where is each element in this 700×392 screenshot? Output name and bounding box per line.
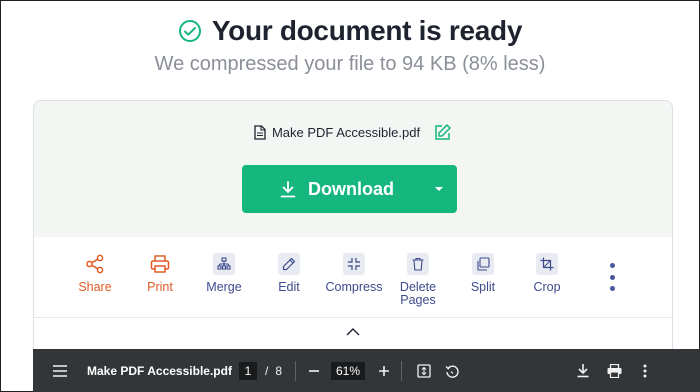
more-dot (609, 274, 615, 280)
compression-summary: We compressed your file to 94 KB (8% les… (154, 53, 546, 75)
menu-button[interactable] (53, 349, 67, 392)
rename-icon[interactable] (434, 123, 452, 141)
more-dot (609, 263, 615, 268)
result-card: Make PDF Accessible.pdf Download Share P… (33, 100, 673, 360)
file-name-row: Make PDF Accessible.pdf (34, 123, 672, 141)
rotate-icon (445, 365, 459, 378)
file-name: Make PDF Accessible.pdf (271, 124, 421, 140)
print-icon (149, 253, 171, 275)
split-tool[interactable]: Split (448, 253, 518, 294)
result-header: Your document is ready (1, 15, 699, 47)
tool-label: Split (470, 280, 496, 294)
download-icon (280, 180, 296, 197)
tool-label: Print (147, 280, 173, 294)
pdf-viewer-toolbar: Make PDF Accessible.pdf 1 / 8 61% (33, 349, 700, 392)
compress-tool[interactable]: Compress (319, 253, 389, 294)
zoom-out-button[interactable] (309, 349, 319, 392)
compress-icon (343, 253, 365, 275)
caret-down-icon (435, 187, 443, 191)
page-indicator: 1 / 8 (239, 349, 282, 392)
merge-tool[interactable]: Merge (189, 253, 259, 294)
pencil-icon (278, 253, 300, 275)
trash-icon (407, 253, 429, 275)
total-pages: 8 (275, 364, 283, 378)
more-vertical-icon (643, 364, 647, 378)
toolbar-separator (295, 361, 296, 381)
download-options-toggle[interactable] (421, 165, 457, 213)
download-button[interactable]: Download (242, 165, 457, 213)
more-dot (609, 286, 615, 291)
page-separator: / (265, 364, 269, 378)
tools-panel: Share Print Merge Edit Compress Delete P… (34, 237, 672, 359)
document-icon (254, 124, 266, 140)
tool-label: Merge (206, 280, 242, 294)
crop-tool[interactable]: Crop (512, 253, 582, 294)
tool-label: Edit (278, 280, 300, 294)
print-icon (607, 364, 622, 378)
fit-page-icon (417, 364, 431, 378)
edit-tool[interactable]: Edit (254, 253, 324, 294)
tool-label: Delete Pages (399, 280, 437, 307)
tool-label: Crop (533, 280, 561, 294)
crop-icon (536, 253, 558, 275)
toolbar-separator (401, 361, 402, 381)
print-tool[interactable]: Print (125, 253, 195, 294)
viewer-more-button[interactable] (643, 349, 647, 392)
share-icon (84, 253, 106, 275)
download-label: Download (308, 178, 394, 199)
zoom-in-button[interactable] (379, 349, 389, 392)
zoom-value[interactable]: 61% (331, 362, 365, 380)
viewer-download-button[interactable] (577, 349, 589, 392)
hamburger-menu-icon (53, 365, 67, 377)
minus-icon (309, 370, 319, 372)
delete-pages-tool[interactable]: Delete Pages (383, 253, 453, 307)
viewer-document-title: Make PDF Accessible.pdf (87, 364, 232, 378)
tool-label: Share (78, 280, 112, 294)
check-circle-icon (178, 20, 201, 42)
current-page-input[interactable]: 1 (239, 362, 257, 380)
rotate-button[interactable] (445, 349, 460, 392)
viewer-print-button[interactable] (607, 349, 622, 392)
divider (34, 317, 672, 318)
fit-to-page-button[interactable] (417, 349, 431, 392)
download-icon (577, 364, 589, 378)
page-title: Your document is ready (211, 15, 523, 46)
split-icon (472, 253, 494, 275)
more-tools-button[interactable] (600, 263, 624, 291)
merge-icon (213, 253, 235, 275)
zoom-level[interactable]: 61% (331, 349, 365, 392)
tool-label: Compress (325, 280, 383, 294)
download-main[interactable]: Download (242, 179, 421, 200)
share-tool[interactable]: Share (60, 253, 130, 294)
chevron-up-icon[interactable] (346, 327, 360, 336)
plus-icon (379, 366, 389, 376)
